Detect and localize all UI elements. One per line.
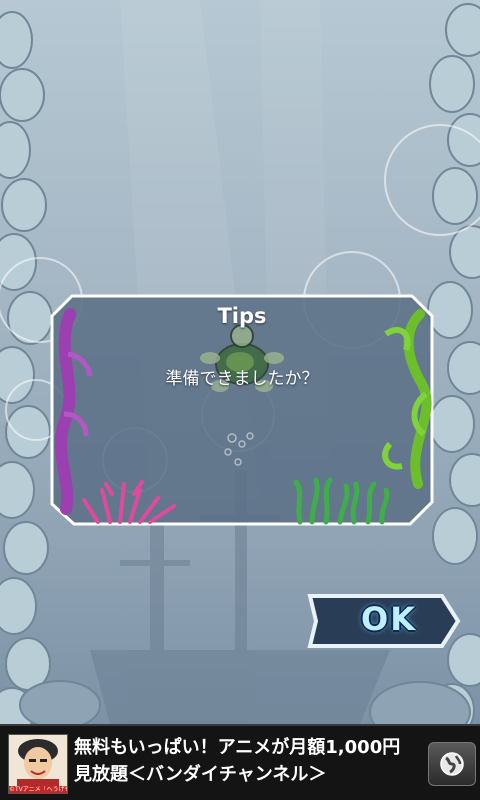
dialog-title: Tips <box>217 304 267 328</box>
ok-button[interactable]: OK <box>304 592 462 650</box>
ad-text[interactable]: 無料もいっぱい！アニメが月額1,000円見放題＜バンダイチャンネル＞ <box>74 734 414 788</box>
globe-icon <box>440 752 464 776</box>
left-rock-wall <box>0 11 53 724</box>
ad-globe-button[interactable] <box>428 742 476 786</box>
ad-thumbnail-caption: ©TVアニメ「へうげもの」製作委員会 <box>9 786 67 793</box>
tips-dialog: Tips 準備できましたか？ <box>50 294 434 526</box>
ad-banner[interactable]: ©TVアニメ「へうげもの」製作委員会 無料もいっぱい！アニメが月額1,000円見… <box>0 724 480 800</box>
ad-character-image <box>9 735 67 793</box>
dialog-message: 準備できましたか？ <box>165 369 319 389</box>
ad-thumbnail[interactable]: ©TVアニメ「へうげもの」製作委員会 <box>8 734 68 794</box>
ok-button-label: OK <box>361 600 417 638</box>
dialog-frame <box>50 294 434 526</box>
